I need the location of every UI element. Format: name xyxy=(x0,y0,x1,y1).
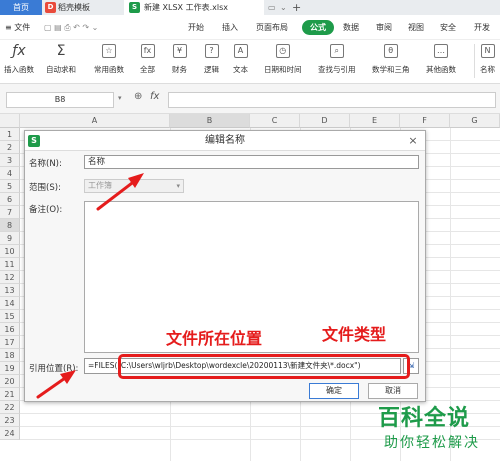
annotation-arrows xyxy=(36,173,144,399)
watermark-subtitle: 助你轻松解决 xyxy=(384,435,480,451)
arrow-to-name xyxy=(96,178,138,211)
arrow-head xyxy=(60,370,76,384)
arrow-to-ref xyxy=(36,374,70,399)
watermark-title: 百科全说 xyxy=(378,406,471,431)
